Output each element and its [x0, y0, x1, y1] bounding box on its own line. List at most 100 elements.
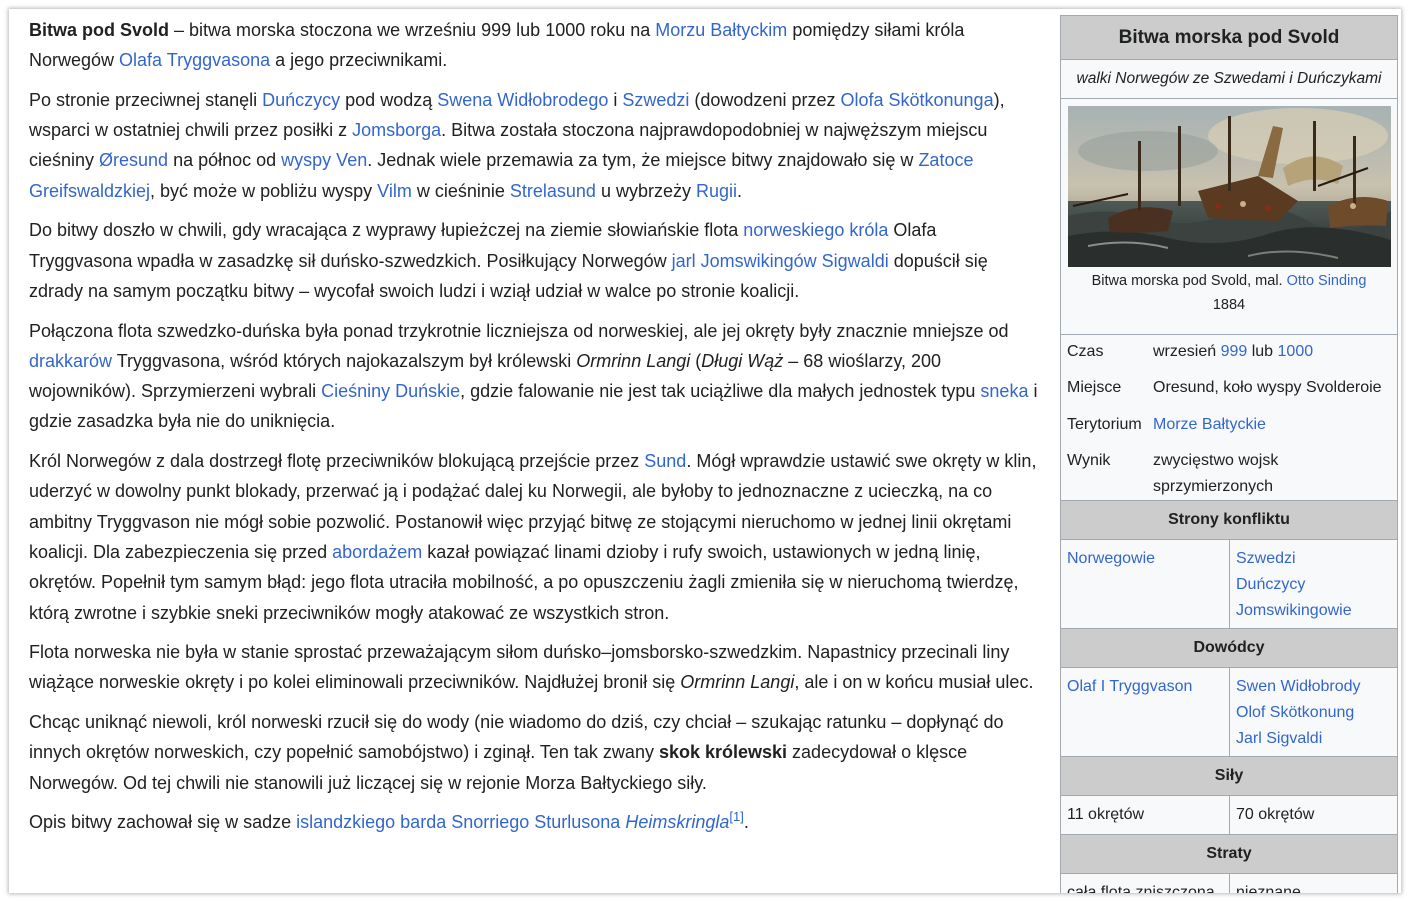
- link-jomsborg[interactable]: Jomsborga: [352, 120, 441, 140]
- sides-columns: Norwegowie Szwedzi Duńczycy Jomswikingow…: [1061, 540, 1397, 629]
- caption-year: 1884: [1212, 297, 1246, 313]
- link-swen-widlobrody-infobox[interactable]: Swen Widłobrody: [1236, 674, 1391, 700]
- text: Tryggvasona, wśród których najokazalszym…: [112, 350, 577, 371]
- link-abordaz[interactable]: abordażem: [332, 542, 422, 562]
- text: Do bitwy doszło w chwili, gdy wracająca …: [29, 220, 744, 241]
- link-oresund[interactable]: Øresund: [99, 150, 168, 170]
- label-place: Miejsce: [1067, 379, 1122, 396]
- link-olaf-i-tryggvason[interactable]: Olaf I Tryggvason: [1067, 678, 1192, 695]
- link-vilm[interactable]: Vilm: [377, 181, 412, 201]
- commanders-right: Swen Widłobrody Olof Skötkonung Jarl Sig…: [1230, 668, 1397, 756]
- link-jarl-sigwaldi[interactable]: jarl Jomswikingów Sigwaldi: [672, 251, 889, 271]
- ship-name: Ormrinn Langi: [576, 350, 691, 371]
- losses-columns: cała flota zniszczona nieznane: [1061, 874, 1397, 893]
- text: (dowodzeni przez: [689, 89, 841, 110]
- link-999[interactable]: 999: [1221, 343, 1248, 360]
- row-place: Miejsce Oresund, koło wyspy Svolderoie: [1061, 375, 1397, 412]
- text: (: [690, 350, 702, 371]
- link-jarl-sigvaldi[interactable]: Jarl Sigvaldi: [1236, 726, 1391, 752]
- text: Król Norwegów z dala dostrzegł flotę prz…: [29, 451, 645, 472]
- link-drakkar[interactable]: drakkarów: [29, 351, 112, 371]
- text: w cieśninie: [411, 180, 510, 201]
- link-morze-baltyckie-infobox[interactable]: Morze Bałtyckie: [1153, 416, 1266, 433]
- section-forces: Siły: [1061, 757, 1397, 796]
- value-place: Oresund, koło wyspy Svolderoie: [1153, 379, 1382, 396]
- link-dunczycy[interactable]: Duńczycy: [262, 90, 340, 110]
- link-jomswikingowie[interactable]: Jomswikingowie: [1236, 598, 1391, 624]
- link-strelasund[interactable]: Strelasund: [510, 181, 596, 201]
- text: . Jednak wiele przemawia za tym, że miej…: [367, 150, 919, 171]
- section-losses: Straty: [1061, 835, 1397, 874]
- battle-painting: [1068, 106, 1391, 267]
- paragraph-6: Flota norweska nie była w stanie sprosta…: [29, 637, 1041, 698]
- link-dunczycy-infobox[interactable]: Duńczycy: [1236, 572, 1391, 598]
- text: Opis bitwy zachował się w sadze: [29, 812, 297, 833]
- page-frame: Bitwa pod Svold – bitwa morska stoczona …: [9, 9, 1401, 893]
- text: pod wodzą: [340, 89, 438, 110]
- link-sneka[interactable]: sneka: [980, 381, 1028, 401]
- link-swen-widlobrody[interactable]: Swena Widłobrodego: [437, 90, 608, 110]
- link-ciesniny-dunskie[interactable]: Cieśniny Duńskie: [321, 381, 460, 401]
- infobox-title: Bitwa morska pod Svold: [1061, 16, 1397, 60]
- battle-painting-image[interactable]: [1068, 106, 1391, 267]
- link-sund[interactable]: Sund: [644, 451, 686, 471]
- text: i: [608, 89, 623, 110]
- paragraph-4: Połączona flota szwedzko-duńska była pon…: [29, 316, 1041, 437]
- forces-left: 11 okrętów: [1061, 796, 1230, 834]
- row-time: Czas wrzesień 999 lub 1000: [1061, 339, 1397, 375]
- article-subject: Bitwa pod Svold: [29, 20, 170, 40]
- link-szwedzi[interactable]: Szwedzi: [622, 90, 689, 110]
- reference-1[interactable]: [1]: [729, 809, 743, 824]
- link-norweski-krol[interactable]: norweskiego króla: [743, 220, 888, 240]
- paragraph-7: Chcąc uniknąć niewoli, król norweski rzu…: [29, 707, 1041, 798]
- commanders-left: Olaf I Tryggvason: [1061, 668, 1230, 756]
- link-1000[interactable]: 1000: [1278, 343, 1314, 360]
- article-content: Bitwa pod Svold – bitwa morska stoczona …: [29, 15, 1041, 847]
- section-commanders: Dowódcy: [1061, 629, 1397, 668]
- forces-columns: 11 okrętów 70 okrętów: [1061, 796, 1397, 835]
- sides-right: Szwedzi Duńczycy Jomswikingowie: [1230, 540, 1397, 628]
- text: .: [737, 180, 743, 201]
- bold-term: skok królewski: [658, 742, 788, 763]
- label-result: Wynik: [1067, 452, 1111, 469]
- text: na północ od: [168, 150, 282, 171]
- link-heimskringla[interactable]: Heimskringla: [625, 812, 729, 832]
- infobox: Bitwa morska pod Svold walki Norwegów ze…: [1060, 15, 1398, 893]
- section-sides: Strony konfliktu: [1061, 501, 1397, 540]
- text: .: [743, 812, 749, 833]
- link-norwegowie[interactable]: Norwegowie: [1067, 550, 1155, 567]
- row-territory: Terytorium Morze Bałtyckie: [1061, 412, 1397, 448]
- paragraph-1: Bitwa pod Svold – bitwa morska stoczona …: [29, 15, 1041, 76]
- link-rugia[interactable]: Rugii: [696, 181, 737, 201]
- link-snorri-sturluson[interactable]: islandzkiego barda Snorriego Sturlusona: [296, 812, 620, 832]
- paragraph-8: Opis bitwy zachował się w sadze islandzk…: [29, 807, 1041, 837]
- ship-name-translation: Długi Wąż: [701, 350, 784, 371]
- ship-name: Ormrinn Langi: [680, 672, 795, 693]
- link-otto-sinding[interactable]: Otto Sinding: [1287, 273, 1367, 289]
- text: , być może w pobliżu wyspy: [150, 180, 378, 201]
- link-szwedzi-infobox[interactable]: Szwedzi: [1236, 546, 1391, 572]
- link-olof-skotkonung[interactable]: Olofa Skötkonunga: [840, 90, 993, 110]
- infobox-image-caption: Bitwa morska pod Svold, mal. Otto Sindin…: [1061, 269, 1397, 317]
- text: wrzesień: [1153, 343, 1221, 360]
- forces-right: 70 okrętów: [1236, 806, 1315, 823]
- link-morze-baltyckie[interactable]: Morzu Bałtyckim: [655, 20, 787, 40]
- paragraph-5: Król Norwegów z dala dostrzegł flotę prz…: [29, 446, 1041, 628]
- row-result: Wynik zwycięstwo wojsk sprzymierzonych: [1061, 448, 1397, 500]
- label-time: Czas: [1067, 343, 1104, 360]
- link-wyspa-ven[interactable]: wyspy Ven: [281, 150, 367, 170]
- text: u wybrzeży: [595, 180, 696, 201]
- infobox-data-rows: Czas wrzesień 999 lub 1000 Miejsce Oresu…: [1061, 335, 1397, 501]
- text: lub: [1247, 343, 1278, 360]
- losses-right: nieznane: [1236, 884, 1301, 893]
- label-territory: Terytorium: [1067, 416, 1142, 433]
- text: a jego przeciwnikami.: [270, 50, 448, 71]
- text: , ale i on w końcu musiał ulec.: [794, 672, 1034, 693]
- infobox-image-section: Bitwa morska pod Svold, mal. Otto Sindin…: [1061, 106, 1397, 335]
- paragraph-3: Do bitwy doszło w chwili, gdy wracająca …: [29, 215, 1041, 306]
- infobox-subtitle: walki Norwegów ze Szwedami i Duńczykami: [1061, 60, 1397, 99]
- link-olaf-tryggvason[interactable]: Olafa Tryggvasona: [119, 50, 270, 70]
- text: – bitwa morska stoczona we wrześniu 999 …: [169, 20, 656, 40]
- caption-text: Bitwa morska pod Svold, mal.: [1091, 273, 1287, 289]
- link-olof-skotkonung-infobox[interactable]: Olof Skötkonung: [1236, 700, 1391, 726]
